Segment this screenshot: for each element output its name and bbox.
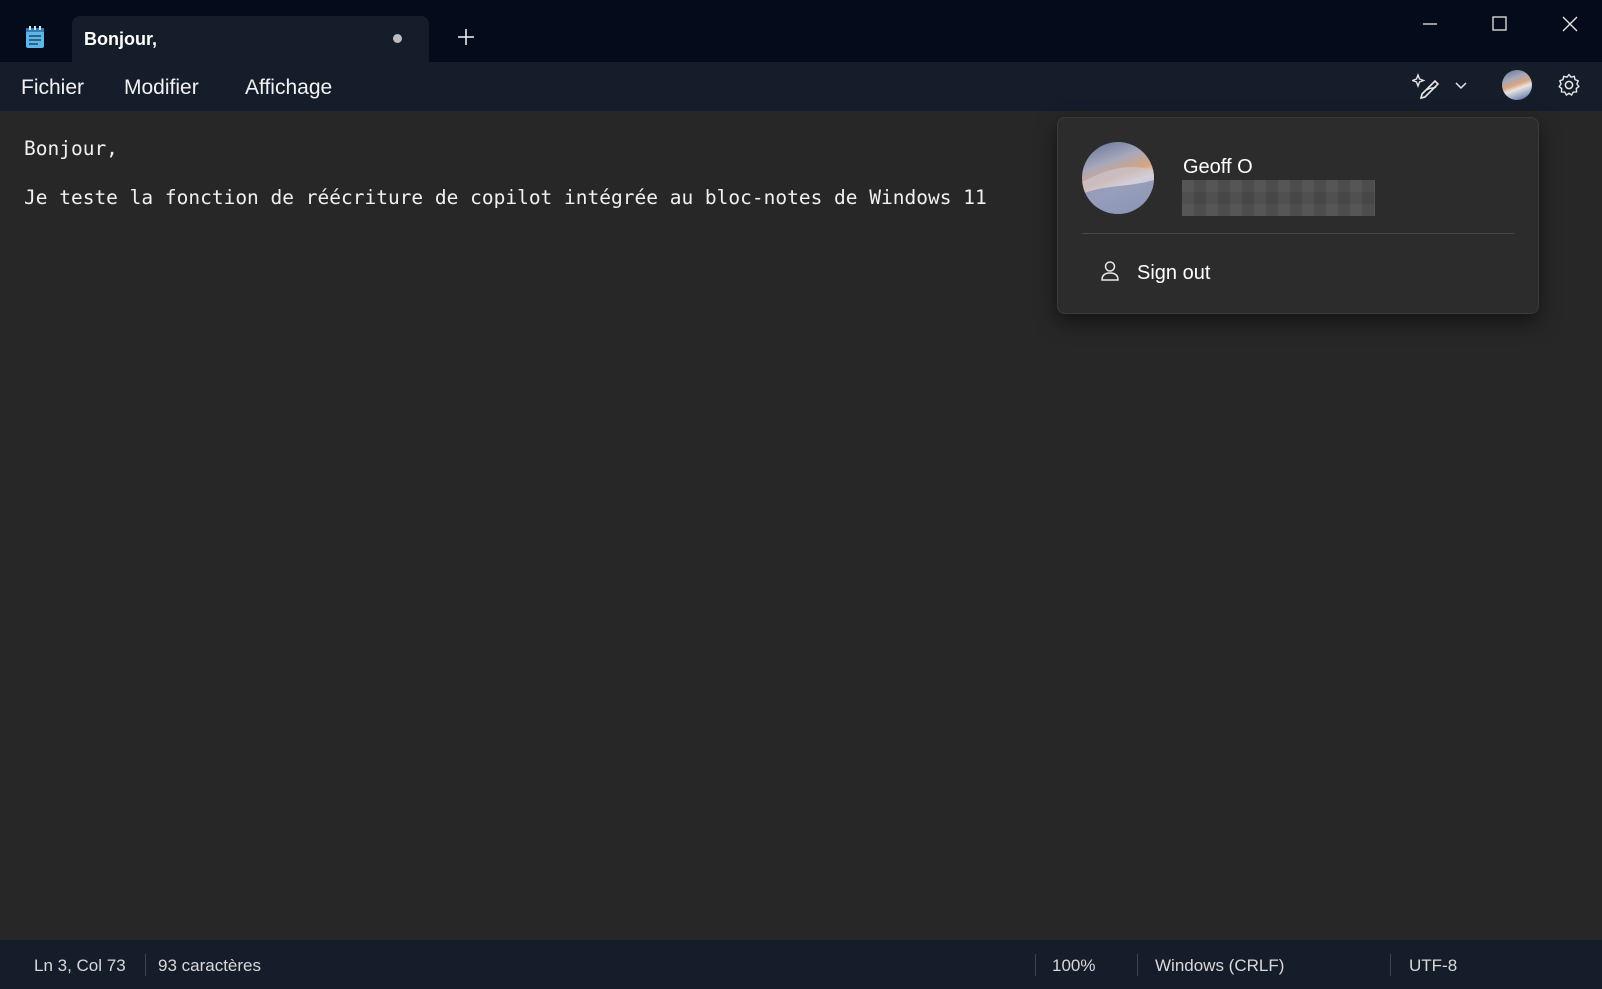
separator bbox=[1137, 954, 1138, 976]
account-flyout: Geoff O Sign out bbox=[1057, 117, 1539, 314]
menu-edit[interactable]: Modifier bbox=[124, 76, 199, 100]
sign-out-label: Sign out bbox=[1137, 262, 1211, 284]
close-button[interactable] bbox=[1558, 12, 1582, 36]
unsaved-indicator-icon[interactable] bbox=[393, 34, 402, 43]
sign-out-button[interactable]: Sign out bbox=[1082, 250, 1514, 294]
chevron-down-icon[interactable] bbox=[1454, 79, 1468, 91]
separator bbox=[145, 954, 146, 976]
menu-file[interactable]: Fichier bbox=[21, 76, 84, 100]
dune-photo bbox=[1082, 167, 1154, 214]
char-count: 93 caractères bbox=[158, 956, 261, 975]
person-icon bbox=[1101, 261, 1119, 281]
zoom-level[interactable]: 100% bbox=[1052, 956, 1095, 976]
separator bbox=[1390, 954, 1391, 976]
copilot-rewrite-icon[interactable] bbox=[1412, 72, 1444, 100]
title-bar: Bonjour, bbox=[0, 0, 1602, 62]
status-bar: Ln 3, Col 73 93 caractères 100% Windows … bbox=[0, 940, 1602, 989]
gear-icon[interactable] bbox=[1556, 72, 1582, 98]
encoding[interactable]: UTF-8 bbox=[1409, 956, 1457, 976]
maximize-button[interactable] bbox=[1487, 12, 1511, 36]
minimize-button[interactable] bbox=[1418, 12, 1442, 36]
menu-view[interactable]: Affichage bbox=[245, 76, 332, 100]
notepad-icon bbox=[26, 26, 44, 48]
separator bbox=[1035, 954, 1036, 976]
account-avatar-large bbox=[1082, 142, 1154, 214]
tab-document[interactable]: Bonjour, bbox=[72, 16, 429, 62]
account-email-redacted bbox=[1182, 180, 1375, 216]
cursor-position[interactable]: Ln 3, Col 73 bbox=[34, 956, 126, 976]
divider bbox=[1082, 233, 1514, 234]
editor-line: Bonjour, bbox=[24, 137, 118, 160]
plus-icon[interactable] bbox=[456, 27, 476, 47]
tab-title: Bonjour, bbox=[84, 29, 157, 49]
editor-line: Je teste la fonction de réécriture de co… bbox=[24, 186, 987, 209]
account-avatar[interactable] bbox=[1502, 70, 1532, 100]
account-name: Geoff O bbox=[1183, 156, 1253, 178]
line-ending[interactable]: Windows (CRLF) bbox=[1155, 956, 1284, 976]
menu-bar: Fichier Modifier Affichage bbox=[0, 62, 1602, 111]
